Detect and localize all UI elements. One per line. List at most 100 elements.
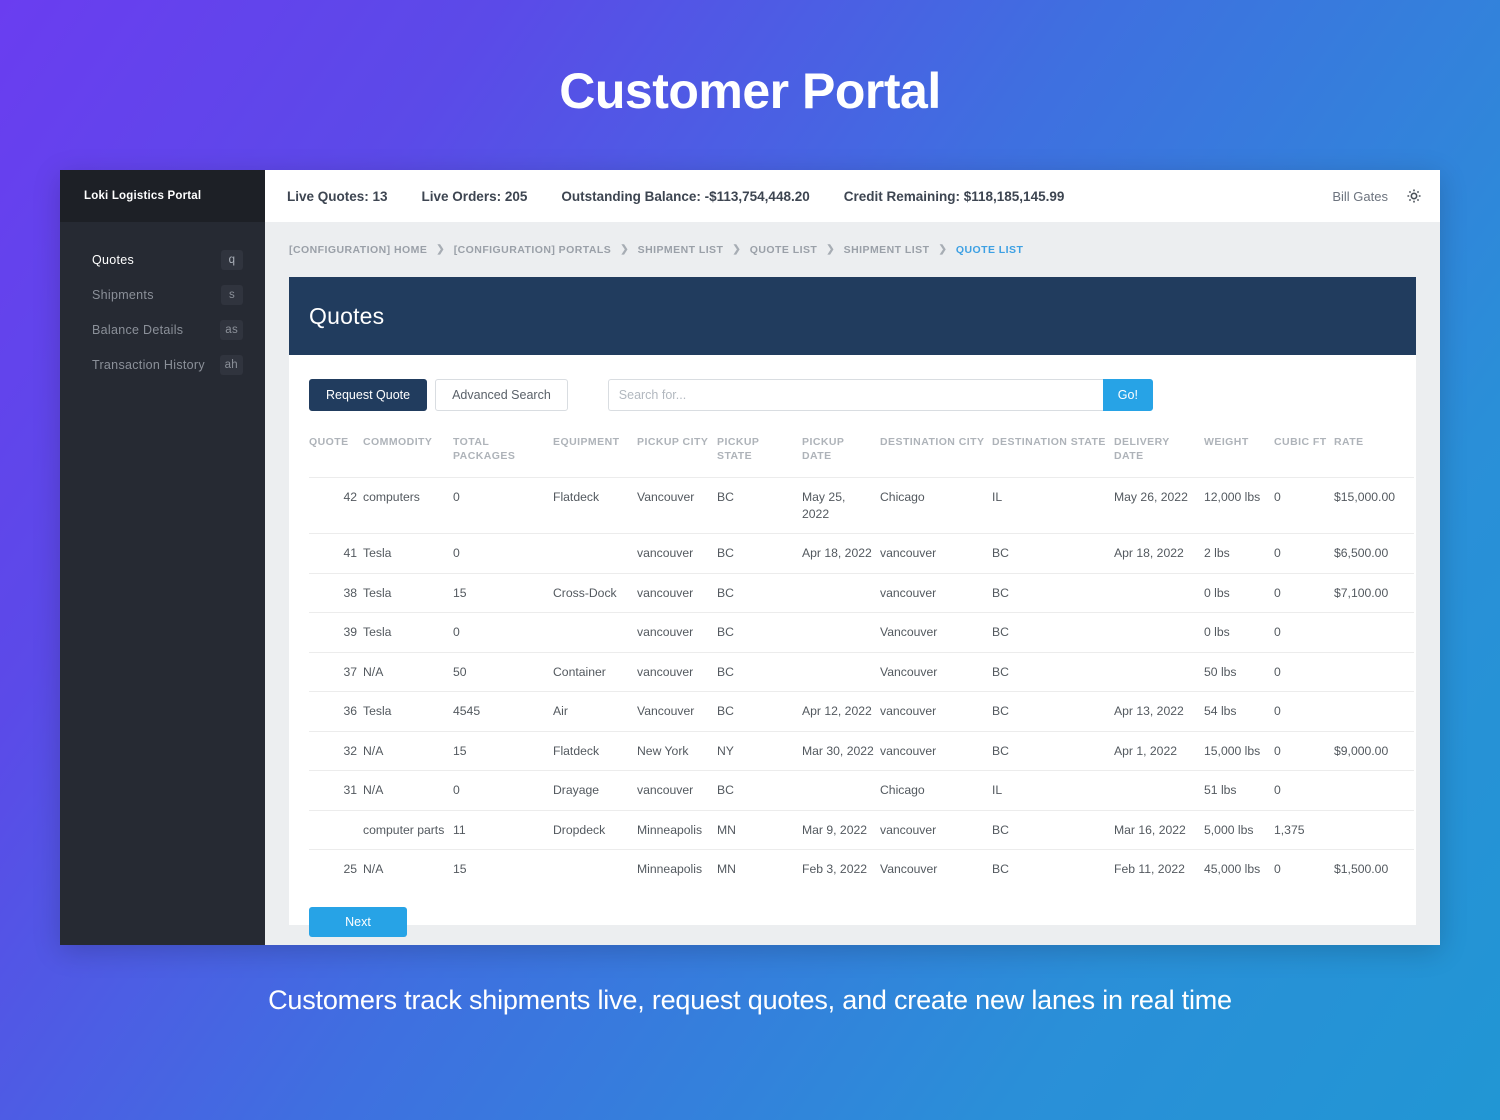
stat-live-orders: Live Orders: 205 xyxy=(421,188,528,204)
cell-rate: $6,500.00 xyxy=(1334,533,1414,574)
cell-destination-state: BC xyxy=(992,572,1114,613)
cell-delivery-date: Apr 13, 2022 xyxy=(1114,691,1204,732)
sidebar-shortcut-key: as xyxy=(220,319,243,340)
cell-cubic-ft: 0 xyxy=(1274,730,1334,771)
cell-commodity: Tesla xyxy=(363,691,453,732)
cell-cubic-ft: 0 xyxy=(1274,691,1334,732)
cell-destination-state: BC xyxy=(992,730,1114,771)
cell-pickup-city: Minneapolis xyxy=(637,849,717,889)
cell-total-packages: 11 xyxy=(453,809,553,850)
quotes-table: QUOTE COMMODITY TOTAL PACKAGES EQUIPMENT… xyxy=(309,429,1414,889)
table-row[interactable]: 39 Tesla 0 vancouver BC Vancouver BC 0 lbs 0 xyxy=(309,612,1414,653)
table-row[interactable]: 41 Tesla 0 vancouver BC Apr 18, 2022 vancouver… xyxy=(309,533,1414,574)
request-quote-button[interactable]: Request Quote xyxy=(309,379,428,411)
cell-cubic-ft: 0 xyxy=(1274,651,1334,692)
cell-quote: 42 xyxy=(309,477,363,534)
cell-rate: $1,500.00 xyxy=(1334,849,1414,889)
search-go-button[interactable]: Go! xyxy=(1102,379,1153,411)
column-header-commodity[interactable]: COMMODITY xyxy=(363,429,453,478)
sidebar-item-balance-details[interactable]: Balance Details as xyxy=(60,312,265,347)
column-header-quote[interactable]: QUOTE xyxy=(309,429,363,478)
cell-quote: 32 xyxy=(309,730,363,771)
search-group: Go! xyxy=(607,379,1153,411)
cell-pickup-date: May 25, 2022 xyxy=(802,477,880,534)
next-page-button[interactable]: Next xyxy=(309,906,407,937)
column-header-pickup-date[interactable]: PICKUP DATE xyxy=(802,429,880,478)
cell-commodity: N/A xyxy=(363,770,453,811)
cell-destination-state: BC xyxy=(992,651,1114,692)
table-header-row: QUOTE COMMODITY TOTAL PACKAGES EQUIPMENT… xyxy=(309,429,1414,478)
table-row[interactable]: 32 N/A 15 Flatdeck New York NY Mar 30, 2022 van… xyxy=(309,730,1414,771)
cell-equipment: Drayage xyxy=(553,770,637,811)
cell-weight: 45,000 lbs xyxy=(1204,849,1274,889)
sidebar-item-label: Quotes xyxy=(92,252,135,267)
cell-commodity: Tesla xyxy=(363,612,453,653)
breadcrumb-item-shipment-list[interactable]: SHIPMENT LIST xyxy=(638,244,724,256)
cell-rate: $9,000.00 xyxy=(1334,730,1414,771)
cell-weight: 15,000 lbs xyxy=(1204,730,1274,771)
cell-equipment xyxy=(553,533,637,574)
cell-total-packages: 0 xyxy=(453,770,553,811)
cell-total-packages: 15 xyxy=(453,849,553,889)
cell-rate xyxy=(1334,612,1414,653)
cell-cubic-ft: 0 xyxy=(1274,612,1334,653)
cell-pickup-date: Apr 18, 2022 xyxy=(802,533,880,574)
sidebar-nav: Quotes q Shipments s Balance Details as … xyxy=(60,222,265,382)
cell-equipment xyxy=(553,612,637,653)
breadcrumb-item-current[interactable]: QUOTE LIST xyxy=(956,244,1024,256)
table-row[interactable]: 25 N/A 15 Minneapolis MN Feb 3, 2022 Vancouver… xyxy=(309,849,1414,889)
search-input[interactable] xyxy=(607,379,1103,411)
table-row[interactable]: 36 Tesla 4545 Air Vancouver BC Apr 12, 2022 van… xyxy=(309,691,1414,732)
table-row[interactable]: 31 N/A 0 Drayage vancouver BC Chicago IL 51 lbs 0 xyxy=(309,770,1414,811)
table-row[interactable]: 38 Tesla 15 Cross-Dock vancouver BC vancouver B… xyxy=(309,572,1414,613)
cell-weight: 2 lbs xyxy=(1204,533,1274,574)
user-name[interactable]: Bill Gates xyxy=(1332,189,1388,204)
cell-pickup-city: Vancouver xyxy=(637,477,717,534)
column-header-destination-state[interactable]: DESTINATION STATE xyxy=(992,429,1114,478)
cell-destination-state: BC xyxy=(992,849,1114,889)
sidebar-item-quotes[interactable]: Quotes q xyxy=(60,242,265,277)
cell-weight: 50 lbs xyxy=(1204,651,1274,692)
table-row[interactable]: computer parts 11 Dropdeck Minneapolis MN Mar… xyxy=(309,809,1414,850)
table-row[interactable]: 42 computers 0 Flatdeck Vancouver BC May 25, 2… xyxy=(309,477,1414,534)
stat-outstanding-balance: Outstanding Balance: -$113,754,448.20 xyxy=(561,188,810,204)
sidebar-brand: Loki Logistics Portal xyxy=(60,170,265,222)
stat-credit-remaining: Credit Remaining: $118,185,145.99 xyxy=(843,188,1065,204)
breadcrumb-item-quote-list[interactable]: QUOTE LIST xyxy=(750,244,818,256)
cell-delivery-date: Mar 16, 2022 xyxy=(1114,809,1204,850)
pagination: Next xyxy=(309,889,1396,937)
table-row[interactable]: 37 N/A 50 Container vancouver BC Vancouver BC 50… xyxy=(309,651,1414,692)
cell-total-packages: 50 xyxy=(453,651,553,692)
cell-pickup-city: vancouver xyxy=(637,533,717,574)
column-header-cubic-ft[interactable]: CUBIC FT xyxy=(1274,429,1334,478)
column-header-equipment[interactable]: EQUIPMENT xyxy=(553,429,637,478)
column-header-pickup-state[interactable]: PICKUP STATE xyxy=(717,429,802,478)
sidebar-item-label: Balance Details xyxy=(92,322,184,337)
stat-live-quotes: Live Quotes: 13 xyxy=(287,188,388,204)
cell-pickup-state: BC xyxy=(717,477,802,534)
cell-quote: 38 xyxy=(309,572,363,613)
chevron-right-icon: ❯ xyxy=(826,244,835,255)
breadcrumb: [CONFIGURATION] HOME ❯ [CONFIGURATION] P… xyxy=(289,244,1023,256)
breadcrumb-item-configuration-portals[interactable]: [CONFIGURATION] PORTALS xyxy=(454,244,612,256)
gear-icon[interactable] xyxy=(1406,188,1422,204)
cell-weight: 54 lbs xyxy=(1204,691,1274,732)
breadcrumb-item-shipment-list-2[interactable]: SHIPMENT LIST xyxy=(844,244,930,256)
column-header-delivery-date[interactable]: DELIVERY DATE xyxy=(1114,429,1204,478)
advanced-search-button[interactable]: Advanced Search xyxy=(435,379,568,411)
column-header-destination-city[interactable]: DESTINATION CITY xyxy=(880,429,992,478)
column-header-rate[interactable]: RATE xyxy=(1334,429,1414,478)
column-header-total-packages[interactable]: TOTAL PACKAGES xyxy=(453,429,553,478)
cell-pickup-state: BC xyxy=(717,572,802,613)
cell-destination-state: BC xyxy=(992,809,1114,850)
sidebar-item-transaction-history[interactable]: Transaction History ah xyxy=(60,347,265,382)
cell-pickup-date xyxy=(802,770,880,811)
column-header-weight[interactable]: WEIGHT xyxy=(1204,429,1274,478)
sidebar-item-shipments[interactable]: Shipments s xyxy=(60,277,265,312)
cell-destination-city: vancouver xyxy=(880,691,992,732)
content-area: Quotes Request Quote Advanced Search Go! xyxy=(265,277,1440,945)
column-header-pickup-city[interactable]: PICKUP CITY xyxy=(637,429,717,478)
breadcrumb-item-configuration-home[interactable]: [CONFIGURATION] HOME xyxy=(289,244,427,256)
cell-destination-city: vancouver xyxy=(880,572,992,613)
cell-destination-city: vancouver xyxy=(880,533,992,574)
